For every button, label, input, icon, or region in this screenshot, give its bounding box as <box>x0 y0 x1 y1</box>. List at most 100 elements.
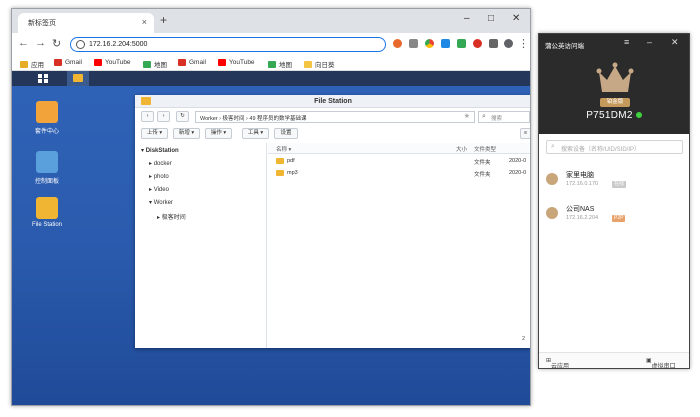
upload-button[interactable]: 上传 ▾ <box>141 128 168 139</box>
tree-item-photo[interactable]: ▸ photo <box>149 173 169 180</box>
dsm-desktop: 套件中心 控制面板 File Station File Station ‹ › … <box>12 71 530 405</box>
menu-kebab-icon[interactable]: ⋮ <box>518 37 529 50</box>
address-bar[interactable]: 172.16.2.204:5000 <box>70 37 386 52</box>
menu-icon[interactable]: ≡ <box>624 37 629 47</box>
bookmark-youtube-2[interactable]: YouTube <box>218 59 255 66</box>
cloud-apps-button[interactable]: ⊞ 云应用 <box>546 357 569 368</box>
address-url: 172.16.2.204:5000 <box>89 41 148 48</box>
gmail-icon <box>54 59 62 66</box>
tools-button[interactable]: 工具 ▾ <box>242 128 269 139</box>
extension-icon-2[interactable] <box>409 39 418 48</box>
bookmarks-bar: 应用 Gmail YouTube 地图 Gmail YouTube 地图 向日葵 <box>12 55 530 71</box>
tab-title: 新标签页 <box>28 20 56 27</box>
desktop-icon-file-station[interactable]: File Station <box>17 197 77 228</box>
desktop-icon-package-center[interactable]: 套件中心 <box>17 101 77 135</box>
tab-close-icon[interactable]: × <box>142 17 147 27</box>
device-item-home-pc[interactable]: 家里电脑 172.16.0.170 在线 <box>539 167 689 195</box>
forward-button[interactable]: › <box>157 111 170 122</box>
minimize-button[interactable]: – <box>647 37 652 47</box>
extension-icon-6[interactable] <box>473 39 482 48</box>
search-icon: ⌕ <box>551 143 555 150</box>
extension-icon-3[interactable] <box>425 39 434 48</box>
browser-window: 新标签页 × + – □ ✕ ← → ↻ 172.16.2.204:5000 ⋮… <box>11 8 531 406</box>
back-arrow-icon[interactable]: ← <box>18 37 29 49</box>
apps-grid-icon <box>20 60 28 68</box>
file-list: 名称 ▾ 大小 文件类型 pdf 文件夹 2020-0 mp3 文件夹 2020… <box>268 143 530 348</box>
status-badge: P2P <box>612 215 626 222</box>
close-window-button[interactable]: ✕ <box>512 13 520 24</box>
path-text: Worker › 极客时间 › 49 程序员的数学基础课 <box>200 116 307 122</box>
device-avatar <box>546 207 558 219</box>
device-search-input[interactable]: ⌕ 搜索设备（名称/UID/SID/IP） <box>546 140 683 154</box>
reload-icon[interactable]: ↻ <box>52 37 61 50</box>
maximize-button[interactable]: □ <box>488 13 494 24</box>
folder-icon <box>73 74 83 82</box>
bookmark-sunlogin[interactable]: 向日葵 <box>304 59 335 69</box>
tree-item-video[interactable]: ▸ Video <box>149 186 169 193</box>
maps-icon <box>268 60 276 68</box>
profile-icon[interactable] <box>504 39 513 48</box>
file-station-icon <box>36 197 58 219</box>
file-station-title: File Station <box>314 98 352 105</box>
file-station-titlebar: File Station <box>135 95 530 108</box>
column-size[interactable]: 大小 <box>456 145 467 153</box>
tree-item-worker[interactable]: ▾ Worker <box>149 199 173 206</box>
tab-new-tab[interactable]: 新标签页 × <box>18 13 154 33</box>
column-type[interactable]: 文件类型 <box>474 145 496 153</box>
bookmark-maps-2[interactable]: 地图 <box>268 59 292 69</box>
online-status-icon <box>635 112 642 119</box>
bookmark-youtube[interactable]: YouTube <box>94 59 131 66</box>
site-info-icon[interactable] <box>76 40 85 49</box>
back-button[interactable]: ‹ <box>141 111 154 122</box>
forward-arrow-icon[interactable]: → <box>35 37 46 49</box>
minimize-button[interactable]: – <box>464 13 470 24</box>
column-name[interactable]: 名称 ▾ <box>276 145 291 153</box>
vpn-client-window: 蒲公英访问端 ≡ – ✕ 铂金版 P751DM2 ⌕ 搜索设备（名称/UID/S… <box>538 33 690 369</box>
bookmark-maps[interactable]: 地图 <box>143 59 167 69</box>
vpn-header: 蒲公英访问端 ≡ – ✕ 铂金版 P751DM2 <box>539 34 689 134</box>
tree-item-geektime[interactable]: ▸ 极客时间 <box>157 212 186 221</box>
main-menu-grid-icon[interactable] <box>37 73 49 84</box>
settings-button[interactable]: 设置 <box>274 128 298 139</box>
path-bar[interactable]: Worker › 极客时间 › 49 程序员的数学基础课 ★ <box>195 111 475 123</box>
search-placeholder: 搜索 <box>491 116 503 122</box>
taskbar-file-station[interactable] <box>67 71 89 86</box>
folder-icon <box>276 170 284 176</box>
bookmark-apps[interactable]: 应用 <box>20 59 44 69</box>
desktop-icon-control-panel[interactable]: 控制面板 <box>17 151 77 185</box>
extension-icon-4[interactable] <box>441 39 450 48</box>
file-row[interactable]: mp3 文件夹 2020-0 <box>268 168 530 180</box>
file-list-header: 名称 ▾ 大小 文件类型 <box>268 143 530 154</box>
vpn-footer: ⊞ 云应用 ▣ 虚拟串口 <box>539 352 689 368</box>
package-center-icon <box>36 101 58 123</box>
star-icon[interactable]: ★ <box>464 112 470 120</box>
tree-root[interactable]: ▾ DiskStation <box>141 147 179 154</box>
puzzle-icon[interactable] <box>489 39 498 48</box>
device-item-company-nas[interactable]: 公司NAS 172.16.2.204 P2P <box>539 201 689 229</box>
folder-icon <box>304 60 312 68</box>
dsm-taskbar <box>12 71 530 86</box>
new-tab-button[interactable]: + <box>160 13 167 27</box>
refresh-button[interactable]: ↻ <box>176 111 189 122</box>
device-name: P751DM2 <box>539 110 689 121</box>
extension-icon-5[interactable] <box>457 39 466 48</box>
search-field[interactable]: ⌕ 搜索 <box>478 111 530 123</box>
tab-strip: 新标签页 × + – □ ✕ <box>12 9 530 33</box>
file-row[interactable]: pdf 文件夹 2020-0 <box>268 156 530 168</box>
status-badge: 在线 <box>612 181 627 188</box>
create-button[interactable]: 新增 ▾ <box>173 128 200 139</box>
bookmark-gmail[interactable]: Gmail <box>54 59 82 66</box>
bookmark-gmail-2[interactable]: Gmail <box>178 59 206 66</box>
device-avatar <box>546 173 558 185</box>
extension-icon-1[interactable] <box>393 39 402 48</box>
maps-icon <box>143 60 151 68</box>
action-button[interactable]: 操作 ▾ <box>205 128 232 139</box>
view-toggle-button[interactable]: ≡ <box>520 128 530 139</box>
vpn-app-title: 蒲公英访问端 <box>545 43 584 50</box>
tree-item-docker[interactable]: ▸ docker <box>149 160 172 167</box>
virtual-serial-button[interactable]: ▣ 虚拟串口 <box>646 357 676 368</box>
browser-toolbar: ← → ↻ 172.16.2.204:5000 ⋮ <box>12 33 530 55</box>
close-button[interactable]: ✕ <box>671 37 679 48</box>
control-panel-icon <box>36 151 58 173</box>
search-icon: ⌕ <box>482 113 486 120</box>
